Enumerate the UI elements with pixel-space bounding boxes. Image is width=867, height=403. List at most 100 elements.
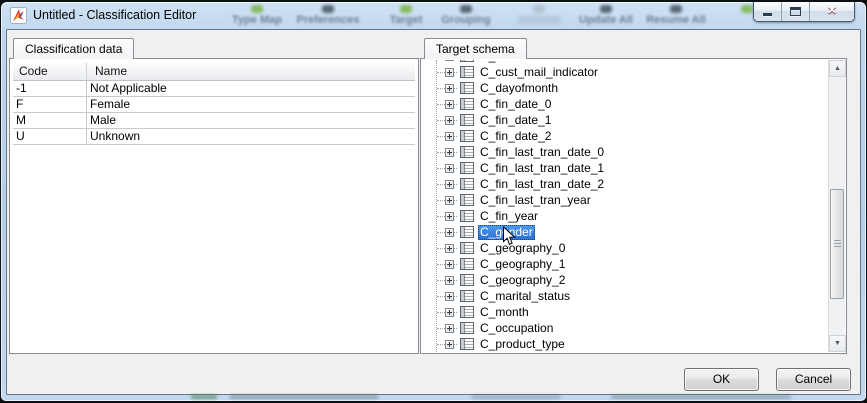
tree-item[interactable]: C_geography_2 [422,272,828,288]
tree-item-label[interactable]: C_month [478,305,531,320]
expand-plus-icon[interactable] [445,84,454,93]
cell-code[interactable]: F [13,97,87,112]
ghost-toolbar-icon [322,5,334,13]
table-row[interactable]: MMale [13,113,415,129]
tree-item[interactable]: C_month [422,304,828,320]
ok-button[interactable]: OK [684,368,759,391]
column-header-name[interactable]: Name [87,63,415,80]
tree-scrollbar[interactable] [828,60,845,352]
tree-item[interactable]: C_fin_last_tran_year [422,192,828,208]
expand-plus-icon[interactable] [445,180,454,189]
tree-item-label[interactable]: C_geography_2 [478,273,567,288]
tree-item-label[interactable]: C_fin_last_tran_date_1 [478,161,606,176]
cell-name[interactable]: Not Applicable [87,81,415,96]
table-field-icon [460,306,474,318]
close-button[interactable] [810,2,854,21]
tree-item[interactable]: C_product_type [422,336,828,352]
glass-smudge-green [191,395,217,399]
close-icon [810,3,854,17]
cell-name[interactable]: Male [87,113,415,128]
tab-classification-data[interactable]: Classification data [13,38,134,59]
tab-target-schema[interactable]: Target schema [424,38,527,59]
dialog-client-area: Classification data Code Name -1Not Appl… [6,29,861,395]
tree-item-selected[interactable]: C_gender [422,224,828,240]
cell-code[interactable]: -1 [13,81,87,96]
ghost-toolbar-icon [670,5,682,13]
ghost-toolbar-icon [600,5,612,13]
tree-item-label[interactable]: C_fin_date_0 [478,97,553,112]
tree-item[interactable]: C_fin_year [422,208,828,224]
tree-item[interactable]: C_dayofmonth [422,80,828,96]
tree-item-label[interactable]: C_fin_last_tran_date_2 [478,177,606,192]
expand-plus-icon[interactable] [445,100,454,109]
table-row[interactable]: FFemale [13,97,415,113]
ghost-toolbar-item: Preferences [297,14,360,26]
column-header-code[interactable]: Code [13,63,87,80]
maximize-button[interactable] [782,2,810,21]
tree-item[interactable]: C_fin_last_tran_date_1 [422,160,828,176]
expand-plus-icon[interactable] [445,116,454,125]
scroll-down-icon[interactable] [829,335,846,352]
expand-plus-icon[interactable] [445,308,454,317]
scrollbar-thumb[interactable] [830,189,844,299]
ghost-toolbar-item: Type Map [232,14,282,26]
ghost-toolbar-item: Update All [579,14,633,26]
scroll-up-icon[interactable] [829,60,846,77]
expand-plus-icon[interactable] [445,340,454,349]
expand-plus-icon[interactable] [445,244,454,253]
expand-plus-icon[interactable] [445,292,454,301]
cell-code[interactable]: U [13,129,87,144]
tree-item-label[interactable]: C_fin_last_tran_year [478,193,593,208]
tree-item[interactable]: C_geography_1 [422,256,828,272]
table-field-icon [460,178,474,190]
table-row[interactable]: UUnknown [13,129,415,145]
expand-plus-icon[interactable] [445,60,454,61]
tree-item-label[interactable]: C_… [478,60,509,64]
tree-item-label[interactable]: C_fin_year [478,209,540,224]
expand-plus-icon[interactable] [445,260,454,269]
classification-editor-dialog: Untitled - Classification Editor Type Ma… [1,2,866,401]
cell-name[interactable]: Female [87,97,415,112]
minimize-button[interactable] [754,2,782,21]
tree-item[interactable]: C_fin_last_tran_date_2 [422,176,828,192]
tree-item-label[interactable]: C_occupation [478,321,555,336]
expand-plus-icon[interactable] [445,228,454,237]
tree-item[interactable]: C_fin_last_tran_date_0 [422,144,828,160]
tree-item-label[interactable]: C_product_type [478,337,567,352]
tree-item[interactable]: C_fin_date_0 [422,96,828,112]
tree-item-label[interactable]: C_geography_1 [478,257,567,272]
tree-item-label[interactable]: C_dayofmonth [478,81,560,96]
tree-item[interactable]: C_cust_mail_indicator [422,64,828,80]
tree-item-label[interactable]: C_geography_0 [478,241,567,256]
tree-item-label[interactable]: C_fin_date_2 [478,129,553,144]
ghost-toolbar-icon [741,5,753,13]
tree-item-label[interactable]: C_cust_mail_indicator [478,65,600,80]
expand-plus-icon[interactable] [445,148,454,157]
tree-item-label[interactable]: C_fin_date_1 [478,113,553,128]
cancel-button[interactable]: Cancel [776,368,851,391]
tree-item[interactable]: C_geography_0 [422,240,828,256]
table-field-icon [460,322,474,334]
tree-item[interactable]: C_occupation [422,320,828,336]
cell-code[interactable]: M [13,113,87,128]
glass-smudge-dark-2 [471,395,561,399]
expand-plus-icon[interactable] [445,132,454,141]
tree-item-label[interactable]: C_marital_status [478,289,572,304]
cell-name[interactable]: Unknown [87,129,415,144]
tree-item[interactable]: C_fin_date_1 [422,112,828,128]
expand-plus-icon[interactable] [445,68,454,77]
expand-plus-icon[interactable] [445,164,454,173]
expand-plus-icon[interactable] [445,276,454,285]
title-bar[interactable]: Untitled - Classification Editor Type Ma… [1,2,866,29]
ghost-toolbar-icon [460,5,472,13]
glass-smudge-dark-3 [611,395,791,399]
tree-item-label[interactable]: C_fin_last_tran_date_0 [478,145,606,160]
table-row[interactable]: -1Not Applicable [13,81,415,97]
ghost-toolbar-icon [533,5,545,13]
tree-item[interactable]: C_fin_date_2 [422,128,828,144]
expand-plus-icon[interactable] [445,212,454,221]
expand-plus-icon[interactable] [445,324,454,333]
tree-item[interactable]: C_marital_status [422,288,828,304]
target-schema-panel: C_…C_cust_mail_indicatorC_dayofmonthC_fi… [420,58,847,354]
expand-plus-icon[interactable] [445,196,454,205]
